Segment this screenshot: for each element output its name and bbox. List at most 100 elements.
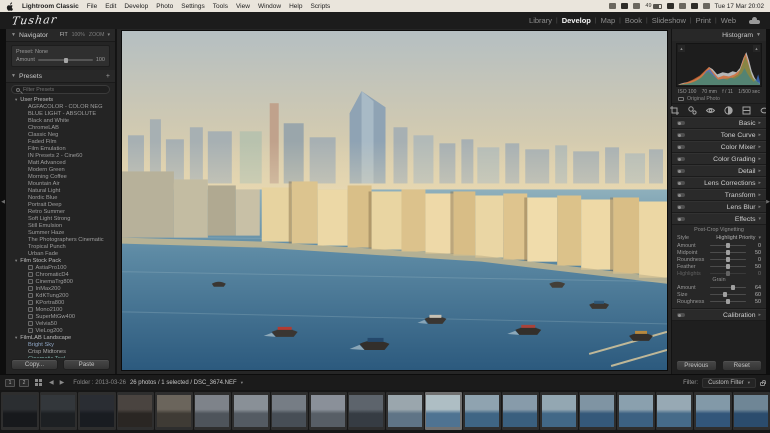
preset-item[interactable]: CinemaTrg800 (6, 278, 115, 285)
preset-item[interactable]: Retro Summer (6, 208, 115, 215)
panel-switch[interactable] (677, 180, 685, 186)
gradient-filter-icon[interactable] (742, 106, 751, 115)
bluetooth-icon[interactable] (666, 3, 674, 9)
slider-knob[interactable] (726, 299, 730, 304)
preset-checkbox[interactable] (28, 286, 33, 291)
module-library[interactable]: Library (529, 16, 552, 25)
control-center-icon[interactable] (702, 3, 710, 9)
thumbnail[interactable] (732, 392, 770, 430)
preset-checkbox[interactable] (28, 279, 33, 284)
panel-switch[interactable] (677, 216, 685, 222)
photo-canvas[interactable] (122, 31, 667, 370)
preset-group[interactable]: ▾ FilmLAB Landscape (6, 334, 115, 341)
preset-filter-input[interactable] (23, 86, 105, 93)
amount-slider[interactable] (37, 57, 93, 63)
preset-item[interactable]: Natural Light (6, 187, 115, 194)
preset-checkbox[interactable] (28, 265, 33, 270)
histogram-graph[interactable]: ▲ ▲ (676, 43, 762, 87)
module-book[interactable]: Book (625, 16, 642, 25)
panel-section-calibration[interactable]: Calibration ▸ (672, 309, 766, 321)
preset-item[interactable]: Mono2100 (6, 306, 115, 313)
menu-item[interactable]: Photo (156, 3, 173, 10)
menu-clock[interactable]: Tue 17 Mar 20:02 (715, 3, 764, 10)
menu-item[interactable]: File (87, 3, 97, 10)
preset-checkbox[interactable] (28, 272, 33, 277)
preset-item[interactable]: SuperMtGw400 (6, 313, 115, 320)
panel-switch[interactable] (677, 132, 685, 138)
thumbnail[interactable] (655, 392, 693, 430)
preset-item[interactable]: BLUE LIGHT - ABSOLUTE (6, 110, 115, 117)
menu-item[interactable]: Settings (181, 3, 205, 10)
preset-item[interactable]: Urban Fade (6, 250, 115, 257)
slider-midpoint[interactable]: Midpoint 50 (677, 249, 761, 256)
filter-lock-icon[interactable] (760, 380, 766, 386)
zoom-dropdown-icon[interactable]: ▾ (107, 32, 110, 38)
cloud-sync-icon[interactable] (749, 17, 760, 24)
panel-section-color-grading[interactable]: Color Grading ▸ (672, 153, 766, 165)
slider-roundness[interactable]: Roundness 0 (677, 256, 761, 263)
app-status-icon[interactable] (609, 3, 617, 9)
thumbnail[interactable] (578, 392, 616, 430)
slider-feather[interactable]: Feather 50 (677, 263, 761, 270)
slider-knob[interactable] (723, 292, 728, 297)
copy-button[interactable]: Copy... (11, 359, 58, 370)
filmstrip-status[interactable]: 26 photos / 1 selected / DSC_3674.NEF (130, 380, 237, 386)
thumbnail[interactable] (232, 392, 270, 430)
preset-checkbox[interactable] (28, 293, 33, 298)
thumbnail[interactable] (1, 392, 39, 430)
menu-item[interactable]: Lightroom Classic (22, 3, 79, 10)
thumbnail[interactable] (501, 392, 539, 430)
module-web[interactable]: Web (721, 16, 736, 25)
crop-icon[interactable] (669, 105, 679, 115)
thumbnail[interactable] (347, 392, 385, 430)
heal-icon[interactable] (687, 105, 697, 115)
slider-knob[interactable] (726, 250, 730, 255)
preset-item[interactable]: Matt Advanced (6, 159, 115, 166)
filter-dropdown[interactable]: Custom Filter ▾ (702, 377, 756, 388)
thumbnail[interactable] (270, 392, 308, 430)
menu-item[interactable]: View (236, 3, 250, 10)
menu-item[interactable]: Develop (124, 3, 148, 10)
preset-item[interactable]: The Photographers Cinematic (6, 236, 115, 243)
panel-section-detail[interactable]: Detail ▸ (672, 165, 766, 177)
presets-header[interactable]: ▼ Presets + (6, 70, 115, 83)
back-arrow-icon[interactable]: ◀ (48, 379, 55, 386)
slider-track[interactable] (710, 292, 746, 297)
slider-track[interactable] (710, 271, 746, 276)
preset-checkbox[interactable] (28, 328, 33, 333)
slider-track[interactable] (710, 243, 746, 248)
preset-group[interactable]: ▾ Film Stock Pack (6, 257, 115, 264)
filmstrip-caret-icon[interactable]: ▾ (241, 380, 243, 386)
navigator-header[interactable]: ▼ Navigator FIT 100% ZOOM ▾ (6, 29, 115, 42)
preset-item[interactable]: Tropical Punch (6, 243, 115, 250)
preset-checkbox[interactable] (28, 314, 33, 319)
slider-track[interactable] (710, 257, 746, 262)
slider-size[interactable]: Size 60 (677, 291, 761, 298)
thumbnail[interactable] (116, 392, 154, 430)
paste-button[interactable]: Paste (63, 359, 110, 370)
module-print[interactable]: Print (696, 16, 711, 25)
preset-item[interactable]: Classic Neg (6, 131, 115, 138)
slider-track[interactable] (710, 264, 746, 269)
panel-switch[interactable] (677, 204, 685, 210)
preset-item[interactable]: ChromeLAB (6, 124, 115, 131)
preset-item[interactable]: Faded Film (6, 138, 115, 145)
slider-knob[interactable] (731, 285, 736, 290)
module-develop[interactable]: Develop (562, 16, 591, 25)
histogram-header[interactable]: Histogram ▼ (672, 29, 766, 41)
slider-highlights[interactable]: Highlights 0 (677, 270, 761, 277)
thumbnail[interactable] (424, 392, 462, 430)
panel-switch[interactable] (677, 144, 685, 150)
slider-knob[interactable] (726, 271, 730, 276)
panel-switch[interactable] (677, 168, 685, 174)
grid-view-icon[interactable] (35, 379, 42, 386)
preset-item[interactable]: ChromaticD4 (6, 271, 115, 278)
left-panel-collapse-strip[interactable]: ◀ (0, 29, 6, 374)
redeye-icon[interactable] (705, 106, 715, 115)
thumbnail[interactable] (617, 392, 655, 430)
panel-switch[interactable] (677, 156, 685, 162)
preset-item[interactable]: KPortra800 (6, 299, 115, 306)
preset-item[interactable]: Film Emulation (6, 145, 115, 152)
panel-section-effects[interactable]: Effects ▾ (672, 213, 766, 225)
preset-checkbox[interactable] (28, 300, 33, 305)
